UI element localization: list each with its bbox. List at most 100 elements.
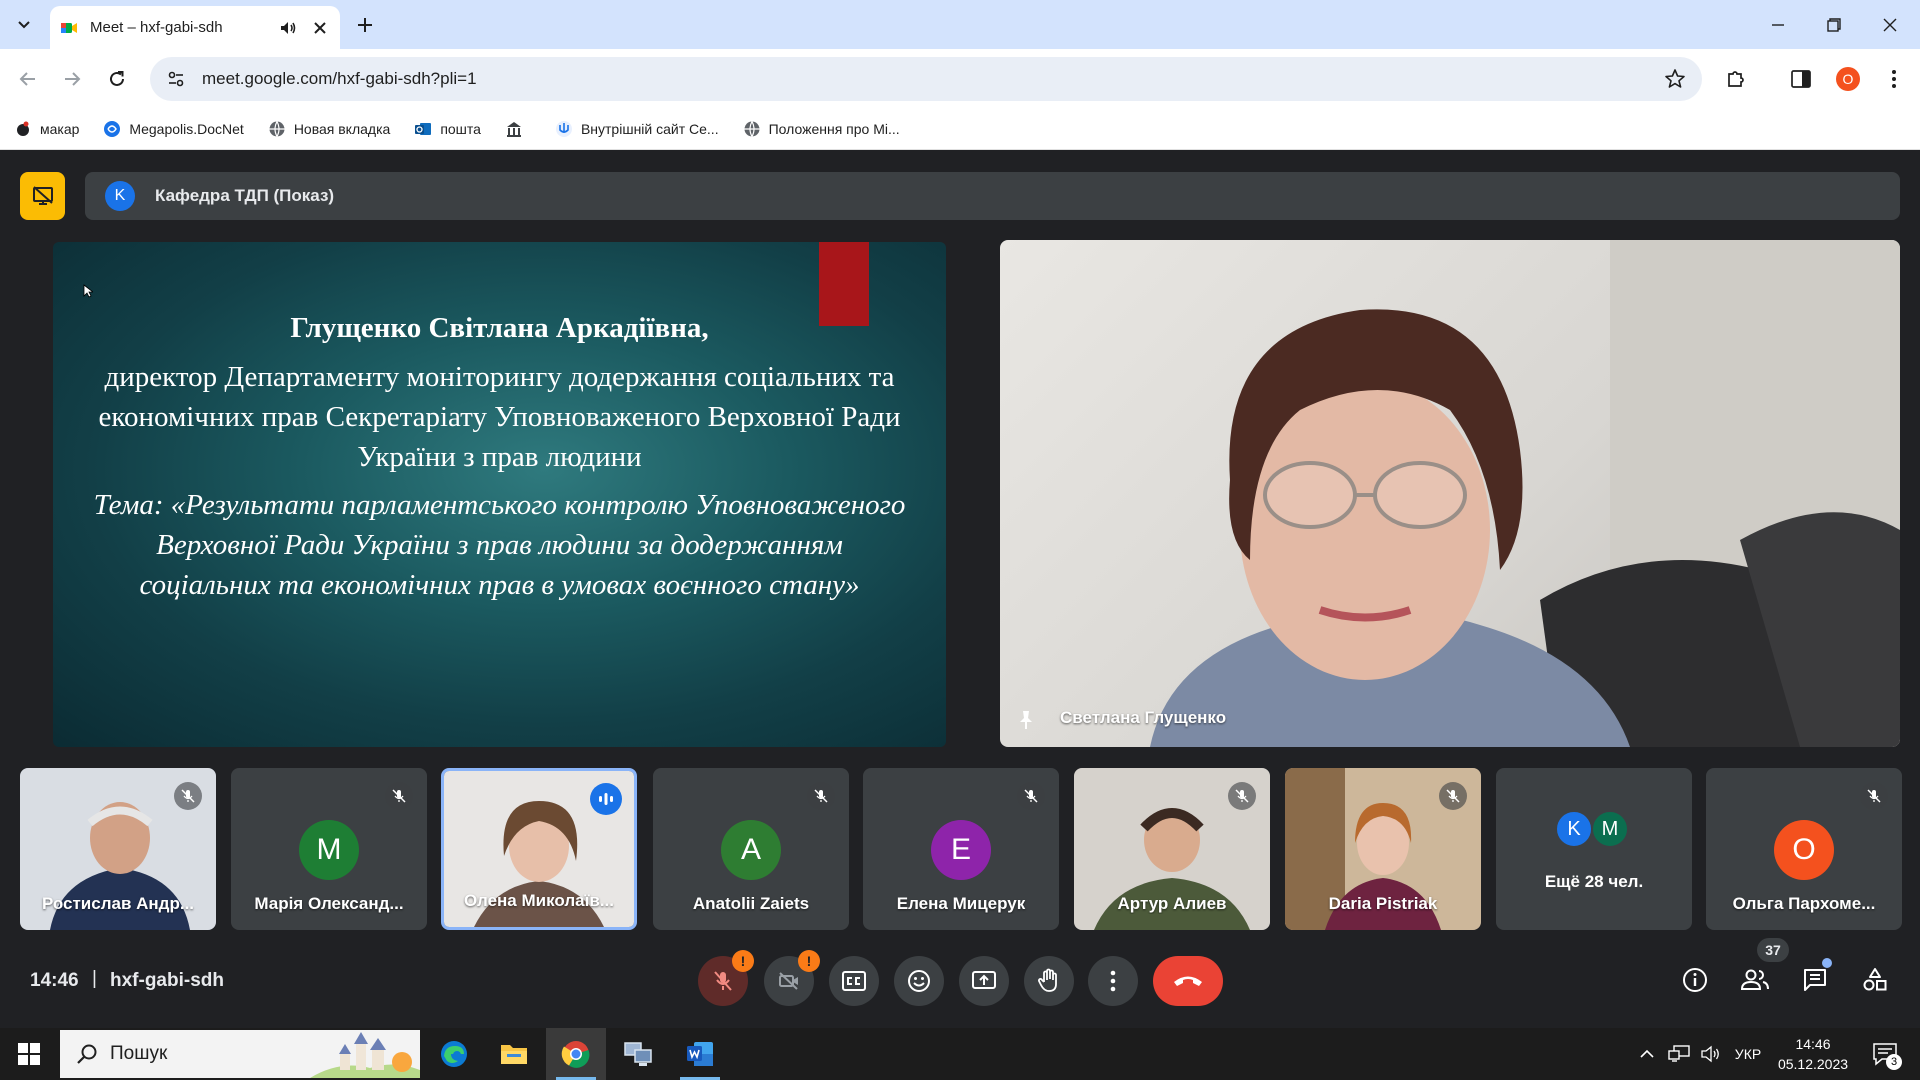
participant-tile-8[interactable]: О Ольга Пархоме...: [1706, 768, 1902, 930]
more-options-button[interactable]: [1088, 956, 1138, 1006]
activities-button[interactable]: [1857, 962, 1893, 998]
chevron-down-icon: [18, 21, 30, 29]
closed-captions-icon: [842, 971, 866, 991]
slide-speaker-role: директор Департаменту моніторингу додерж…: [98, 361, 901, 473]
reload-button[interactable]: [101, 63, 133, 95]
mic-off-icon: [392, 789, 406, 803]
bookmark-internal-site[interactable]: Внутрішній сайт Се...: [555, 120, 719, 138]
new-tab-button[interactable]: [352, 12, 378, 38]
network-monitor-icon: [1668, 1045, 1690, 1062]
bookmark-regulations[interactable]: Положення про Мі...: [743, 120, 900, 138]
leave-call-button[interactable]: [1153, 956, 1223, 1006]
mic-muted-indicator: [807, 782, 835, 810]
tray-volume[interactable]: [1696, 1028, 1726, 1080]
presenter-label: Кафедра ТДП (Показ): [155, 186, 335, 205]
mic-warning-badge: !: [732, 950, 754, 972]
notification-center-button[interactable]: 3: [1866, 1038, 1906, 1070]
mic-off-icon: [814, 789, 828, 803]
more-participants-label: Ещё 28 чел.: [1544, 872, 1644, 891]
restore-icon: [1827, 17, 1841, 32]
mic-off-icon: [1446, 789, 1460, 803]
chrome-menu-button[interactable]: [1880, 65, 1908, 93]
side-panel-button[interactable]: [1787, 65, 1815, 93]
mouse-cursor-icon: [83, 284, 93, 298]
activities-shapes-icon: [1863, 968, 1887, 991]
mic-off-icon: [1867, 789, 1881, 803]
taskbar-word[interactable]: [670, 1028, 730, 1080]
reactions-button[interactable]: [894, 956, 944, 1006]
participant-tile-1[interactable]: М Марія Олександ...: [231, 768, 427, 930]
present-off-icon: [32, 186, 53, 205]
participant-tile-3[interactable]: A Anatolii Zaiets: [653, 768, 849, 930]
building-icon: [506, 122, 521, 137]
tray-network[interactable]: [1664, 1028, 1694, 1080]
extensions-button[interactable]: [1722, 65, 1750, 93]
participant-tile-2[interactable]: Олена Миколаїв...: [441, 768, 637, 930]
participant-name: Марія Олександ...: [254, 894, 404, 913]
speaker-audio-icon[interactable]: [278, 18, 298, 38]
taskbar-clock-date: 05.12.2023: [1777, 1056, 1849, 1072]
bookmark-new-tab[interactable]: Новая вкладка: [268, 120, 390, 138]
site-info-icon[interactable]: [166, 69, 186, 89]
participant-name: Олена Миколаїв...: [464, 891, 614, 910]
tray-language[interactable]: УКР: [1728, 1028, 1768, 1080]
address-bar[interactable]: meet.google.com/hxf-gabi-sdh?pli=1: [150, 57, 1702, 101]
outlook-icon: [415, 123, 432, 135]
meet-favicon-icon: [61, 22, 77, 33]
meeting-details-button[interactable]: [1677, 962, 1713, 998]
back-button[interactable]: [12, 63, 44, 95]
captions-button[interactable]: [829, 956, 879, 1006]
tab-meet[interactable]: Meet – hxf-gabi-sdh: [50, 6, 340, 49]
bookmark-docnet[interactable]: Megapolis.DocNet: [103, 120, 244, 138]
bookmark-building[interactable]: [505, 120, 531, 138]
profile-avatar[interactable]: O: [1836, 67, 1860, 91]
present-now-button[interactable]: [959, 956, 1009, 1006]
star-bookmark-icon[interactable]: [1664, 68, 1686, 90]
start-button[interactable]: [0, 1028, 58, 1080]
taskbar-edge[interactable]: [424, 1028, 484, 1080]
meeting-code: hxf-gabi-sdh: [110, 970, 224, 991]
taskbar-remote-desktop[interactable]: [608, 1028, 668, 1080]
toggle-camera-button[interactable]: !: [764, 950, 820, 1006]
restore-button[interactable]: [1806, 0, 1862, 49]
participant-tile-5[interactable]: Артур Алиев: [1074, 768, 1270, 930]
meeting-time: 14:46: [30, 970, 79, 991]
presentation-slide: Глущенко Світлана Аркадіївна, директор Д…: [53, 242, 946, 747]
participant-tile-6[interactable]: Daria Pistriak: [1285, 768, 1481, 930]
taskbar-search[interactable]: Пошук: [60, 1030, 420, 1078]
pinned-speaker-video[interactable]: Светлана Глущенко: [1000, 240, 1900, 747]
participant-tile-4[interactable]: Е Елена Мицерук: [863, 768, 1059, 930]
bookmark-makar[interactable]: макар: [14, 120, 79, 138]
mic-muted-indicator: [1439, 782, 1467, 810]
toggle-mic-button[interactable]: !: [698, 950, 754, 1006]
mic-off-icon: [714, 971, 732, 991]
camera-off-icon: [779, 972, 798, 990]
close-window-button[interactable]: [1862, 0, 1918, 49]
more-participants-tile[interactable]: K M Ещё 28 чел.: [1496, 768, 1692, 930]
forward-button[interactable]: [56, 63, 88, 95]
tab-search-button[interactable]: [10, 11, 38, 39]
plus-icon: [358, 18, 372, 32]
arrow-left-icon: [19, 72, 35, 86]
taskbar-chrome[interactable]: [546, 1028, 606, 1080]
tray-overflow-button[interactable]: [1632, 1028, 1662, 1080]
mic-off-icon: [1024, 789, 1038, 803]
raise-hand-button[interactable]: [1024, 956, 1074, 1006]
docnet-icon: [104, 121, 121, 137]
kebab-menu-icon: [1892, 70, 1896, 88]
close-tab-icon[interactable]: [310, 18, 330, 38]
search-icon: [77, 1044, 97, 1064]
pin-icon[interactable]: [1014, 708, 1038, 732]
mic-off-icon: [1235, 789, 1249, 803]
people-button[interactable]: [1737, 962, 1773, 998]
participant-avatar: A: [721, 820, 781, 880]
participant-name: Ольга Пархоме...: [1732, 894, 1876, 913]
minimize-button[interactable]: [1750, 0, 1806, 49]
taskbar-file-explorer[interactable]: [484, 1028, 544, 1080]
mic-off-icon: [181, 789, 195, 803]
taskbar-clock[interactable]: 14:46 05.12.2023: [1768, 1034, 1858, 1074]
stop-presenting-button[interactable]: [20, 172, 65, 220]
tab-strip: Meet – hxf-gabi-sdh: [0, 0, 1920, 49]
bookmark-mail[interactable]: пошта: [414, 120, 481, 138]
participant-tile-0[interactable]: Ростислав Андр...: [20, 768, 216, 930]
